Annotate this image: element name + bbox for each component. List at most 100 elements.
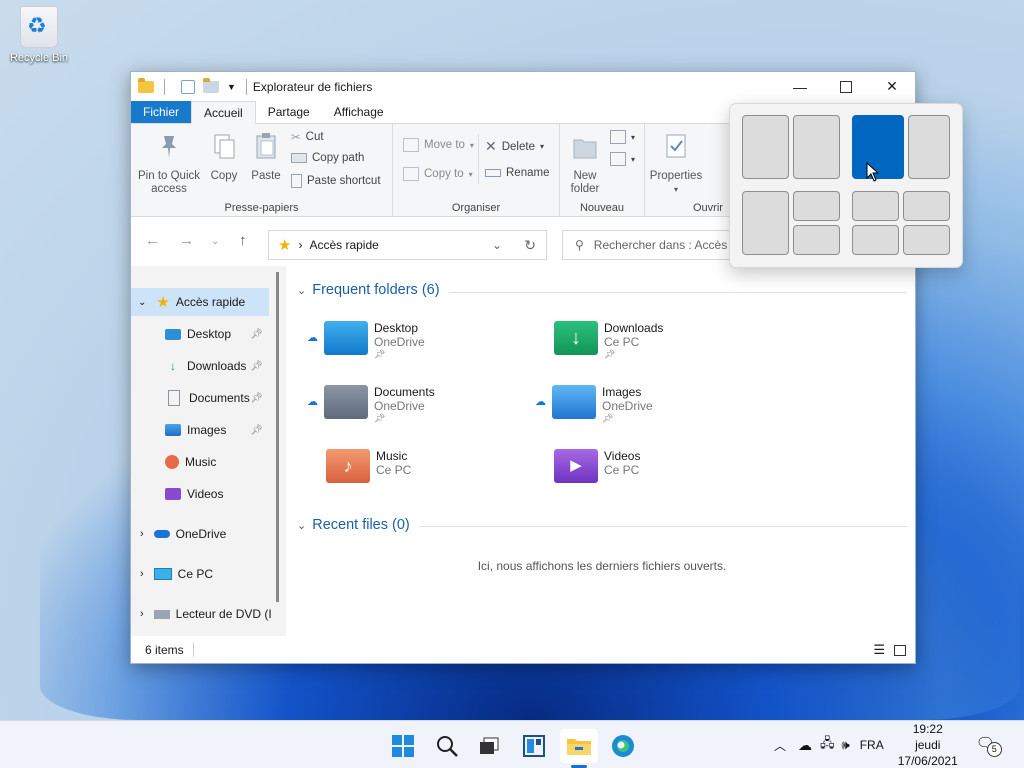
snap-zone-half-right[interactable]	[793, 115, 840, 179]
nav-item-dvd-drive[interactable]: › Lecteur de DVD (I	[131, 600, 276, 628]
address-bar[interactable]: ★ › Accès rapide ⌄ ↻	[268, 230, 547, 260]
search-button[interactable]	[428, 729, 466, 763]
close-button[interactable]: ✕	[869, 72, 915, 101]
new-item-button[interactable]: ▾	[610, 130, 635, 144]
collapse-chevron-icon: ⌄	[297, 284, 307, 297]
new-folder-quick-icon[interactable]	[203, 77, 219, 93]
folder-tile-images[interactable]: ☁ Images OneDrive 📌︎	[535, 385, 653, 424]
back-arrow-icon[interactable]: ←	[145, 232, 160, 249]
copy-button[interactable]: Copy	[205, 132, 243, 183]
maximize-button[interactable]	[823, 72, 869, 101]
nav-item-quick-access[interactable]: ⌄ ★ Accès rapide	[131, 288, 269, 316]
forward-arrow-icon[interactable]: →	[179, 232, 194, 249]
large-icons-view-icon[interactable]	[894, 644, 906, 656]
copy-to-label: Copy to	[424, 168, 464, 180]
nav-item-label: Documents	[189, 391, 250, 405]
nav-item-videos[interactable]: Videos	[165, 480, 269, 508]
snap-zone-quad-bottom-left[interactable]	[852, 225, 899, 255]
monitor-icon	[153, 568, 172, 580]
snap-zone-main-left[interactable]	[742, 191, 789, 255]
new-folder-button[interactable]: New folder	[566, 132, 604, 196]
snap-zone-quad-top-right[interactable]	[903, 191, 950, 221]
search-placeholder: Rechercher dans : Accès	[593, 238, 728, 252]
recent-locations-chevron-icon[interactable]: ⌄	[211, 236, 219, 247]
show-hidden-icons-chevron-icon[interactable]: ︿	[774, 737, 786, 754]
snap-zone-quad-bottom-right[interactable]	[903, 225, 950, 255]
properties-button[interactable]: Properties ▾	[647, 132, 705, 196]
downloads-folder-icon: ↓	[554, 321, 598, 355]
widgets-button[interactable]	[515, 729, 553, 763]
pin-icon: 📌︎	[250, 392, 263, 404]
snap-zone-top-right[interactable]	[793, 191, 840, 221]
snap-zone-quad-top-left[interactable]	[852, 191, 899, 221]
clock[interactable]: 19:22 jeudi 17/06/2021	[898, 721, 958, 768]
properties-quick-icon[interactable]	[181, 79, 195, 94]
folder-tile-videos[interactable]: ▶ Videos Ce PC	[554, 449, 640, 483]
pin-to-quick-access-button[interactable]: Pin to Quick access	[137, 132, 201, 196]
title-bar[interactable]: ▼ Explorateur de fichiers — ✕	[131, 72, 915, 101]
folder-name: Images	[602, 385, 642, 399]
nav-item-documents[interactable]: Documents 📌︎	[165, 384, 269, 412]
tab-share[interactable]: Partage	[256, 101, 322, 123]
file-explorer-taskbar-button[interactable]	[560, 729, 598, 763]
folder-tile-desktop[interactable]: ☁ Desktop OneDrive 📌︎	[307, 321, 425, 360]
copy-label: Copy	[210, 170, 238, 182]
star-icon: ★	[156, 294, 170, 311]
move-to-button[interactable]: Move to ▾	[403, 138, 474, 152]
quick-access-toolbar-dropdown-icon[interactable]: ▼	[227, 82, 236, 92]
folder-tile-documents[interactable]: ☁ Documents OneDrive 📌︎	[307, 385, 435, 424]
cloud-status-icon: ☁	[535, 396, 546, 408]
tab-file[interactable]: Fichier	[131, 101, 192, 123]
network-icon[interactable]: 🖧︎	[820, 734, 835, 756]
snap-zone-half-left[interactable]	[742, 115, 789, 179]
new-item-icon	[610, 130, 626, 144]
copy-path-button[interactable]: Copy path	[291, 152, 364, 164]
nav-item-music[interactable]: Music	[165, 448, 269, 476]
cloud-icon	[153, 530, 170, 538]
items-count: 6 items	[145, 643, 184, 657]
onedrive-cloud-icon[interactable]: ☁	[798, 737, 812, 754]
easy-access-button[interactable]: ▾	[610, 152, 635, 166]
new-group: New folder ▾ ▾ Nouveau	[560, 124, 645, 216]
nav-item-desktop[interactable]: Desktop 📌︎	[165, 320, 269, 348]
nav-item-images[interactable]: Images 📌︎	[165, 416, 269, 444]
nav-pane-scrollbar[interactable]	[276, 272, 279, 602]
task-view-button[interactable]	[470, 729, 508, 763]
new-folder-label-line2: folder	[570, 183, 600, 195]
folder-tile-music[interactable]: ♪ Music Ce PC	[326, 449, 411, 483]
close-icon: ✕	[886, 78, 898, 94]
details-view-icon[interactable]: ☰	[873, 642, 885, 658]
minimize-button[interactable]: —	[777, 72, 823, 101]
tab-home[interactable]: Accueil	[191, 101, 256, 124]
notification-center-button[interactable]: 🗨︎ 5	[976, 734, 1002, 757]
divider	[478, 134, 479, 184]
cut-button[interactable]: ✂ Cut	[291, 130, 324, 144]
volume-icon[interactable]: 🕪︎	[842, 737, 850, 753]
recent-files-header[interactable]: ⌄ Recent files (0)	[297, 517, 410, 533]
language-indicator[interactable]: FRA	[860, 738, 884, 752]
nav-item-downloads[interactable]: ↓ Downloads 📌︎	[165, 352, 269, 380]
refresh-icon[interactable]: ↻	[524, 237, 536, 254]
snap-zone-narrow-right[interactable]	[908, 115, 950, 179]
nav-item-onedrive[interactable]: › OneDrive	[131, 520, 269, 548]
file-explorer-icon	[567, 739, 591, 755]
edge-button[interactable]	[604, 729, 642, 763]
delete-button[interactable]: ✕ Delete ▾	[485, 138, 544, 155]
paste-button[interactable]: Paste	[247, 132, 285, 183]
folder-tile-downloads[interactable]: ↓ Downloads Ce PC 📌︎	[554, 321, 663, 360]
frequent-folders-header[interactable]: ⌄ Frequent folders (6)	[297, 282, 440, 298]
rename-button[interactable]: Rename	[485, 167, 549, 179]
recent-files-title: Recent files (0)	[312, 517, 410, 533]
address-dropdown-icon[interactable]: ⌄	[492, 238, 502, 252]
dvd-drive-icon	[153, 609, 170, 619]
up-arrow-icon[interactable]: ↑	[239, 232, 247, 249]
recycle-bin-shortcut[interactable]: Recycle Bin	[6, 6, 72, 64]
copy-path-label: Copy path	[312, 152, 365, 164]
navigation-pane: ⌄ ★ Accès rapide Desktop 📌︎ ↓ Downloads …	[131, 266, 286, 636]
start-button[interactable]	[384, 729, 422, 763]
tab-view[interactable]: Affichage	[322, 101, 396, 123]
copy-to-button[interactable]: Copy to ▾	[403, 167, 473, 181]
nav-item-this-pc[interactable]: › Ce PC	[131, 560, 269, 588]
paste-shortcut-button[interactable]: Paste shortcut	[291, 174, 381, 188]
snap-zone-bottom-right[interactable]	[793, 225, 840, 255]
